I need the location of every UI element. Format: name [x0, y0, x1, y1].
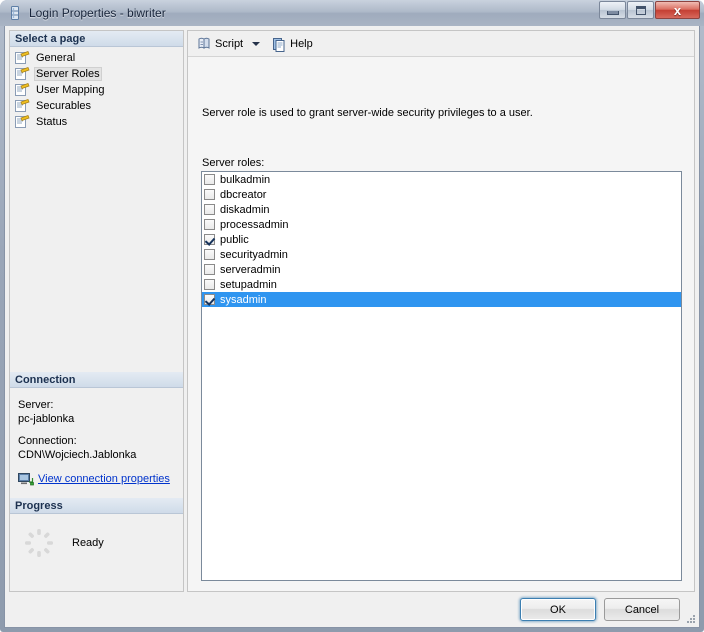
server-roles-label: Server roles:: [202, 157, 265, 169]
close-icon: x: [673, 2, 682, 18]
sidebar-item-label: User Mapping: [36, 84, 105, 96]
script-button[interactable]: Script: [192, 33, 247, 55]
sidebar-item-securables[interactable]: Securables: [10, 98, 183, 114]
right-pane: Script Help Server role is used to grant…: [187, 30, 695, 592]
role-label: dbcreator: [220, 188, 267, 201]
page-description: Server role is used to grant server-wide…: [202, 107, 533, 119]
window-title: Login Properties - biwriter: [29, 6, 166, 20]
minimize-button[interactable]: [599, 1, 626, 19]
page-icon: [15, 66, 30, 81]
role-label: public: [220, 233, 249, 246]
page-icon: [15, 98, 30, 113]
role-row-serveradmin[interactable]: serveradmin: [202, 262, 681, 277]
role-label: processadmin: [220, 218, 289, 231]
chevron-down-icon[interactable]: [252, 41, 261, 46]
cancel-button-label: Cancel: [624, 603, 660, 616]
role-checkbox[interactable]: [204, 174, 215, 185]
view-connection-properties-row[interactable]: View connection properties: [18, 472, 191, 486]
connection-block: Server: pc-jablonka Connection: CDN\Wojc…: [10, 391, 199, 486]
progress-header: Progress: [10, 498, 183, 514]
server-roles-listbox[interactable]: bulkadmin dbcreator diskadmin processadm…: [201, 171, 682, 581]
spinner-icon: [24, 528, 54, 558]
sidebar-item-status[interactable]: Status: [10, 114, 183, 130]
role-checkbox[interactable]: [204, 234, 215, 245]
caption-buttons: x: [599, 1, 700, 19]
connection-header: Connection: [10, 372, 183, 388]
sidebar-item-label: Securables: [36, 100, 92, 112]
sidebar-item-label: Status: [36, 116, 68, 128]
role-label: serveradmin: [220, 263, 281, 276]
toolbar: Script Help: [188, 31, 694, 57]
left-pane: Select a page General Server Roles User …: [9, 30, 184, 592]
page-icon: [15, 114, 30, 129]
ok-button[interactable]: OK: [520, 598, 596, 621]
select-a-page-header: Select a page: [10, 31, 183, 47]
role-checkbox[interactable]: [204, 294, 215, 305]
help-page-icon: [271, 36, 287, 52]
server-value: pc-jablonka: [18, 413, 75, 425]
server-label: Server:: [18, 399, 54, 411]
role-row-public[interactable]: public: [202, 232, 681, 247]
role-row-bulkadmin[interactable]: bulkadmin: [202, 172, 681, 187]
connection-properties-icon: [18, 472, 34, 486]
page-icon: [15, 82, 30, 97]
close-button[interactable]: x: [655, 1, 700, 19]
role-row-dbcreator[interactable]: dbcreator: [202, 187, 681, 202]
login-properties-window: Login Properties - biwriter x Select a p…: [0, 0, 704, 632]
page-icon: [15, 50, 30, 65]
sidebar-item-label: Server Roles: [34, 67, 102, 81]
page-list: General Server Roles User Mapping Secura…: [10, 47, 183, 130]
role-checkbox[interactable]: [204, 264, 215, 275]
role-row-sysadmin[interactable]: sysadmin: [202, 292, 681, 307]
dialog-client-area: Select a page General Server Roles User …: [4, 26, 700, 628]
view-connection-properties-link[interactable]: View connection properties: [38, 473, 170, 485]
maximize-button[interactable]: [627, 1, 654, 19]
role-label: bulkadmin: [220, 173, 271, 186]
sidebar-item-general[interactable]: General: [10, 50, 183, 66]
role-label: setupadmin: [220, 278, 277, 291]
server-roles-panel: Server role is used to grant server-wide…: [188, 58, 694, 591]
ok-button-label: OK: [550, 603, 566, 616]
minimize-icon: [606, 10, 619, 15]
role-checkbox[interactable]: [204, 189, 215, 200]
role-row-setupadmin[interactable]: setupadmin: [202, 277, 681, 292]
role-row-processadmin[interactable]: processadmin: [202, 217, 681, 232]
progress-status: Ready: [72, 537, 104, 549]
sidebar-item-user-mapping[interactable]: User Mapping: [10, 82, 183, 98]
role-label: securityadmin: [220, 248, 288, 261]
sidebar-item-label: General: [36, 52, 76, 64]
maximize-icon: [635, 5, 646, 15]
role-checkbox[interactable]: [204, 219, 215, 230]
server-login-icon: [7, 5, 23, 21]
connection-value: CDN\Wojciech.Jablonka: [18, 449, 137, 461]
script-scroll-icon: [196, 36, 212, 52]
connection-label: Connection:: [18, 435, 77, 447]
cancel-button[interactable]: Cancel: [604, 598, 680, 621]
role-label: diskadmin: [220, 203, 270, 216]
role-label: sysadmin: [220, 293, 267, 306]
resize-grip[interactable]: [685, 613, 697, 625]
role-checkbox[interactable]: [204, 279, 215, 290]
sidebar-item-server-roles[interactable]: Server Roles: [10, 66, 183, 82]
role-row-securityadmin[interactable]: securityadmin: [202, 247, 681, 262]
role-row-diskadmin[interactable]: diskadmin: [202, 202, 681, 217]
help-button[interactable]: Help: [267, 33, 317, 55]
role-checkbox[interactable]: [204, 249, 215, 260]
script-button-label: Script: [215, 37, 244, 50]
help-button-label: Help: [290, 37, 313, 50]
role-checkbox[interactable]: [204, 204, 215, 215]
progress-block: Ready: [10, 514, 197, 558]
title-bar: Login Properties - biwriter x: [0, 0, 704, 26]
